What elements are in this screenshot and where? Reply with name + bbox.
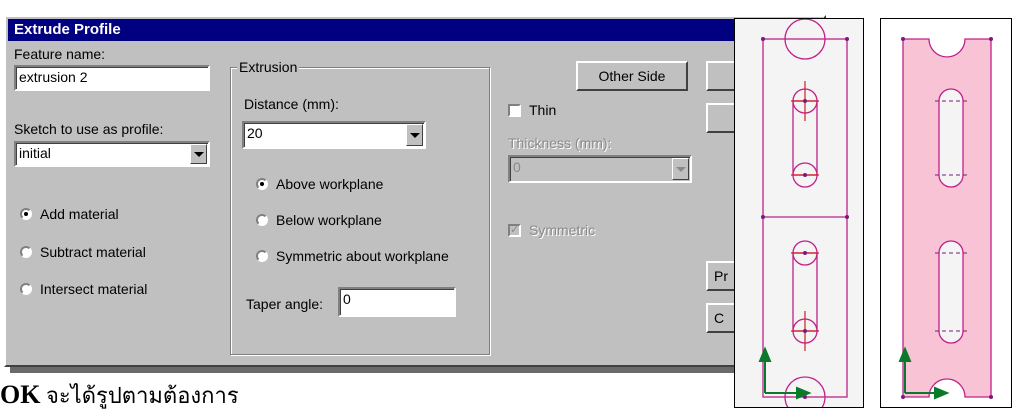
- thin-checkbox[interactable]: Thin: [508, 102, 556, 118]
- radio-intersect-material-label: Intersect material: [40, 281, 148, 297]
- radio-indicator: [256, 178, 268, 190]
- thin-label: Thin: [529, 102, 557, 118]
- dropdown-arrow-icon[interactable]: [406, 124, 423, 146]
- sketch-outline-drawing: [758, 18, 849, 413]
- sketch-profile-select[interactable]: initial: [14, 141, 210, 167]
- taper-angle-label: Taper angle:: [246, 296, 324, 312]
- instruction-ok: OK: [0, 380, 41, 409]
- feature-name-input[interactable]: extrusion 2: [14, 65, 210, 91]
- axis-icon: [758, 346, 812, 400]
- dropdown-arrow-icon[interactable]: [672, 158, 689, 180]
- radio-subtract-material-label: Subtract material: [40, 244, 146, 260]
- other-side-button[interactable]: Other Side: [576, 61, 688, 91]
- extruded-result-drawing: [898, 37, 993, 400]
- sketch-profile-value: initial: [19, 145, 51, 161]
- radio-indicator: [20, 208, 32, 220]
- radio-indicator: [20, 246, 32, 258]
- thickness-select[interactable]: 0: [508, 155, 692, 183]
- dialog-title: Extrude Profile: [14, 21, 121, 38]
- sketch-profile-label: Sketch to use as profile:: [14, 121, 164, 137]
- extrusion-group-title: Extrusion: [237, 59, 300, 75]
- radio-symmetric-workplane[interactable]: Symmetric about workplane: [256, 248, 449, 264]
- distance-label: Distance (mm):: [244, 96, 339, 112]
- radio-add-material[interactable]: Add material: [20, 206, 119, 222]
- symmetric-checkbox[interactable]: ✓ Symmetric: [508, 222, 595, 238]
- distance-select[interactable]: 20: [242, 121, 426, 149]
- radio-indicator: [256, 214, 268, 226]
- radio-add-material-label: Add material: [40, 206, 119, 222]
- thickness-value: 0: [513, 159, 521, 175]
- extrude-profile-dialog: Extrude Profile ? ✕ Feature name: extrus…: [4, 15, 826, 367]
- thin-checkbox-box: [508, 103, 521, 117]
- thickness-label: Thickness (mm):: [508, 135, 612, 151]
- feature-name-label: Feature name:: [14, 46, 106, 62]
- radio-below-workplane-label: Below workplane: [276, 212, 382, 228]
- radio-intersect-material[interactable]: Intersect material: [20, 281, 147, 297]
- radio-indicator: [20, 283, 32, 295]
- radio-symmetric-workplane-label: Symmetric about workplane: [276, 248, 449, 264]
- instruction-rest: จะได้รูปตามต้องการ: [40, 383, 239, 408]
- distance-value: 20: [247, 125, 263, 141]
- radio-above-workplane-label: Above workplane: [276, 176, 384, 192]
- radio-indicator: [256, 250, 268, 262]
- taper-angle-input[interactable]: 0: [338, 287, 456, 317]
- radio-subtract-material[interactable]: Subtract material: [20, 244, 146, 260]
- sketch-outline-image: [734, 18, 864, 413]
- radio-below-workplane[interactable]: Below workplane: [256, 212, 382, 228]
- dropdown-arrow-icon[interactable]: [190, 144, 207, 164]
- symmetric-label: Symmetric: [529, 222, 596, 238]
- dialog-titlebar: Extrude Profile ? ✕: [8, 19, 822, 41]
- extruded-result-image: [880, 18, 1012, 408]
- symmetric-checkbox-box: ✓: [508, 223, 521, 237]
- radio-above-workplane[interactable]: Above workplane: [256, 176, 383, 192]
